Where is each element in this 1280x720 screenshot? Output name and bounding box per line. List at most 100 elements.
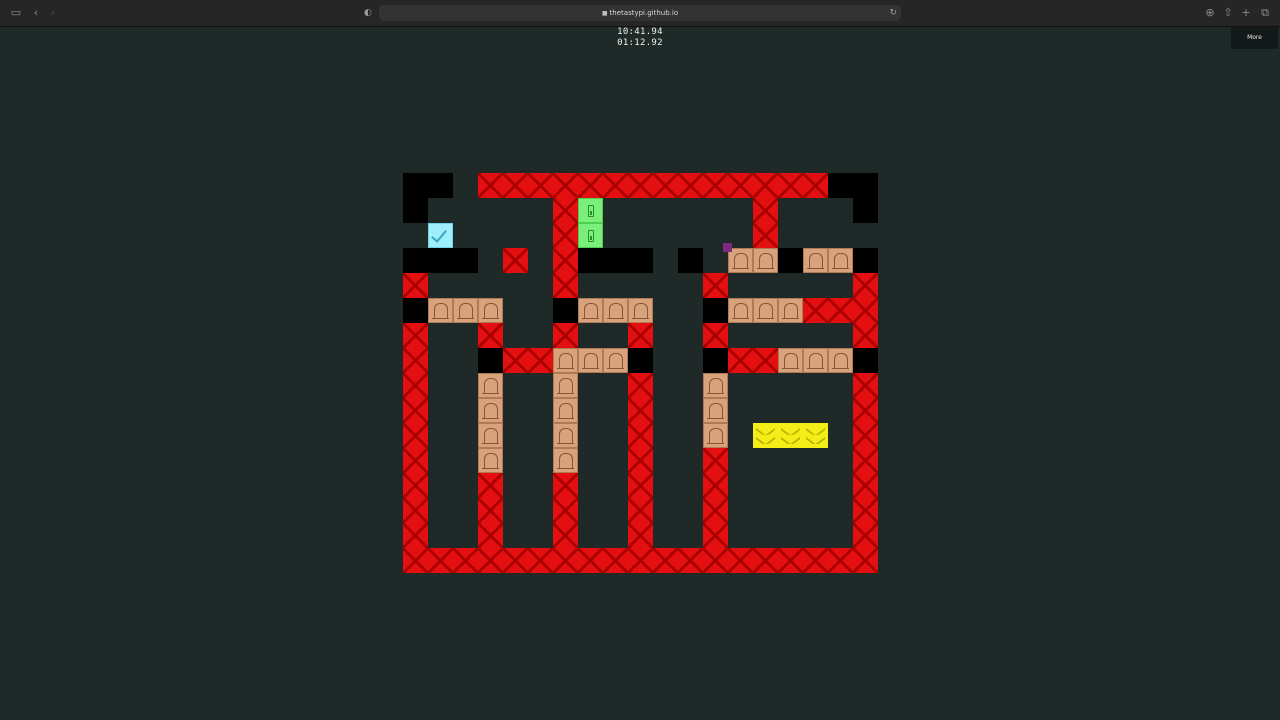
- red-wall-tile: [728, 173, 753, 198]
- black-wall-tile: [703, 348, 728, 373]
- crate-tile: [778, 298, 803, 323]
- crate-tile: [828, 348, 853, 373]
- red-wall-tile: [628, 323, 653, 348]
- total-timer: 10:41.94: [617, 27, 663, 37]
- lock-icon: ■: [601, 10, 608, 17]
- timers: 10:41.94 01:12.92: [590, 27, 690, 49]
- red-wall-tile: [628, 548, 653, 573]
- red-wall-tile: [703, 498, 728, 523]
- url-label: thetastypi.github.io: [609, 9, 679, 17]
- red-wall-tile: [528, 173, 553, 198]
- back-chevron-icon[interactable]: ‹: [28, 5, 44, 21]
- red-wall-tile: [478, 473, 503, 498]
- red-wall-tile: [553, 223, 578, 248]
- red-wall-tile: [853, 398, 878, 423]
- shield-icon[interactable]: ◐: [364, 5, 372, 21]
- red-wall-tile: [828, 548, 853, 573]
- crate-tile: [753, 248, 778, 273]
- red-wall-tile: [403, 498, 428, 523]
- red-wall-tile: [653, 548, 678, 573]
- red-wall-tile: [403, 548, 428, 573]
- tabs-icon[interactable]: ⧉: [1257, 5, 1273, 21]
- crate-tile: [578, 298, 603, 323]
- crate-tile: [478, 423, 503, 448]
- forward-chevron-icon[interactable]: ›: [45, 5, 61, 21]
- reload-icon[interactable]: ↻: [889, 5, 897, 21]
- red-wall-tile: [853, 323, 878, 348]
- black-wall-tile: [428, 248, 453, 273]
- red-wall-tile: [628, 423, 653, 448]
- red-wall-tile: [553, 548, 578, 573]
- red-wall-tile: [753, 173, 778, 198]
- player-marker: [723, 243, 732, 252]
- red-wall-tile: [753, 348, 778, 373]
- crate-tile: [803, 348, 828, 373]
- yellow-block-tile: [778, 423, 803, 448]
- black-wall-tile: [853, 173, 878, 198]
- address-bar[interactable]: ◐ ■ thetastypi.github.io ↻: [364, 5, 901, 21]
- black-wall-tile: [853, 198, 878, 223]
- red-wall-tile: [403, 448, 428, 473]
- red-wall-tile: [528, 548, 553, 573]
- crate-tile: [703, 423, 728, 448]
- crate-tile: [828, 248, 853, 273]
- red-wall-tile: [853, 523, 878, 548]
- game-board[interactable]: [403, 173, 878, 573]
- crate-tile: [553, 373, 578, 398]
- crate-tile: [803, 248, 828, 273]
- more-button[interactable]: More: [1231, 27, 1278, 49]
- black-wall-tile: [553, 298, 578, 323]
- red-wall-tile: [478, 173, 503, 198]
- crate-tile: [778, 348, 803, 373]
- black-wall-tile: [853, 248, 878, 273]
- red-wall-tile: [778, 173, 803, 198]
- red-wall-tile: [628, 448, 653, 473]
- red-wall-tile: [678, 548, 703, 573]
- black-wall-tile: [603, 248, 628, 273]
- red-wall-tile: [403, 423, 428, 448]
- black-wall-tile: [778, 248, 803, 273]
- plus-icon[interactable]: +: [1238, 5, 1254, 21]
- crate-tile: [603, 298, 628, 323]
- red-wall-tile: [603, 173, 628, 198]
- red-wall-tile: [653, 173, 678, 198]
- red-wall-tile: [553, 248, 578, 273]
- red-wall-tile: [753, 548, 778, 573]
- red-wall-tile: [853, 298, 878, 323]
- browser-toolbar: ▭ ‹ › ◐ ■ thetastypi.github.io ↻ ⊕ ⇧ + ⧉: [0, 0, 1280, 27]
- crate-tile: [553, 423, 578, 448]
- crate-tile: [478, 398, 503, 423]
- red-wall-tile: [853, 548, 878, 573]
- red-wall-tile: [553, 198, 578, 223]
- red-wall-tile: [603, 548, 628, 573]
- crate-tile: [478, 373, 503, 398]
- red-wall-tile: [553, 173, 578, 198]
- black-wall-tile: [403, 173, 428, 198]
- black-wall-tile: [828, 173, 853, 198]
- download-icon[interactable]: ⊕: [1202, 5, 1218, 21]
- red-wall-tile: [778, 548, 803, 573]
- crate-tile: [428, 298, 453, 323]
- black-wall-tile: [703, 298, 728, 323]
- red-wall-tile: [753, 198, 778, 223]
- red-wall-tile: [728, 548, 753, 573]
- red-wall-tile: [728, 348, 753, 373]
- red-wall-tile: [628, 523, 653, 548]
- black-wall-tile: [628, 248, 653, 273]
- sidebar-icon[interactable]: ▭: [8, 5, 24, 21]
- share-icon[interactable]: ⇧: [1220, 5, 1236, 21]
- red-wall-tile: [503, 248, 528, 273]
- red-wall-tile: [678, 173, 703, 198]
- red-wall-tile: [628, 473, 653, 498]
- red-wall-tile: [503, 548, 528, 573]
- yellow-block-tile: [803, 423, 828, 448]
- black-wall-tile: [428, 173, 453, 198]
- black-wall-tile: [403, 248, 428, 273]
- goal-tile: [578, 198, 603, 223]
- red-wall-tile: [703, 548, 728, 573]
- red-wall-tile: [703, 523, 728, 548]
- yellow-block-tile: [753, 423, 778, 448]
- crate-tile: [578, 348, 603, 373]
- crate-tile: [628, 298, 653, 323]
- red-wall-tile: [403, 273, 428, 298]
